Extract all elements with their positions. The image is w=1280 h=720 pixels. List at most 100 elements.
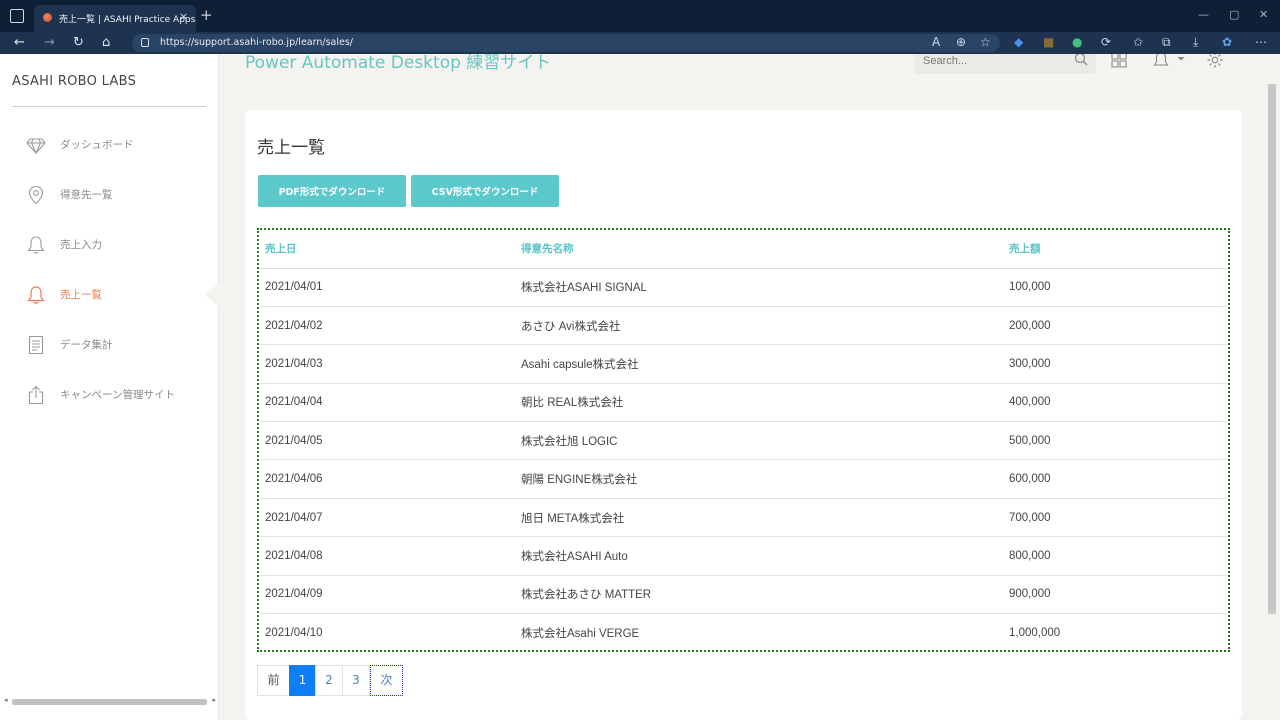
extension-box-icon[interactable]: ■	[1043, 35, 1054, 49]
sidebar-item-campaign-site[interactable]: キャンペーン管理サイト	[0, 374, 218, 414]
table-row: 2021/04/01 株式会社ASAHI SIGNAL 100,000	[259, 268, 1228, 307]
browser-titlebar: 売上一覧 | ASAHI Practice Apps × + — ▢ ✕	[0, 0, 1280, 32]
page-content: ASAHI ROBO LABS ダッシュボード 得意先一覧 売上入力 売上一覧 …	[0, 54, 1280, 720]
active-nav-caret	[205, 283, 219, 307]
gear-icon[interactable]	[1206, 54, 1224, 69]
csv-download-button[interactable]: CSV形式でダウンロード	[411, 175, 559, 207]
sidebar-item-label: 売上一覧	[60, 289, 102, 301]
search-icon[interactable]	[1074, 54, 1088, 66]
pagination-page-1[interactable]: 1	[289, 665, 316, 696]
address-bar[interactable]: https://support.asahi-robo.jp/learn/sale…	[132, 34, 1000, 52]
downloads-icon[interactable]: ⤓	[1193, 35, 1198, 50]
sidebar-item-customers[interactable]: 得意先一覧	[0, 174, 218, 214]
minimize-icon[interactable]: —	[1198, 8, 1209, 21]
table-cell-amount: 400,000	[1003, 383, 1228, 423]
brand-divider	[12, 106, 206, 107]
back-icon[interactable]: ←	[14, 35, 25, 50]
window-close-icon[interactable]: ✕	[1259, 8, 1268, 21]
table-cell-date: 2021/04/02	[259, 306, 515, 346]
chevron-down-icon[interactable]	[1176, 54, 1186, 69]
table-row: 2021/04/02 あさひ Avi株式会社 200,000	[259, 306, 1228, 346]
sidebar: ASAHI ROBO LABS ダッシュボード 得意先一覧 売上入力 売上一覧 …	[0, 54, 219, 720]
share-icon	[28, 385, 44, 405]
new-tab-icon[interactable]: +	[200, 6, 213, 24]
table-cell-customer: あさひ Avi株式会社	[515, 306, 1003, 346]
search-input[interactable]	[923, 54, 1063, 68]
table-cell-customer: 朝陽 ENGINE株式会社	[515, 459, 1003, 499]
sidebar-item-dashboard[interactable]: ダッシュボード	[0, 124, 218, 164]
url-text[interactable]: https://support.asahi-robo.jp/learn/sale…	[160, 37, 353, 48]
tab-title: 売上一覧 | ASAHI Practice Apps	[59, 15, 196, 25]
forward-icon[interactable]: →	[44, 35, 55, 50]
sales-list-card: 売上一覧 PDF形式でダウンロード CSV形式でダウンロード 売上日 得意先名称…	[245, 110, 1242, 720]
table-cell-customer: 株式会社旭 LOGIC	[515, 421, 1003, 461]
table-cell-customer: 株式会社ASAHI Auto	[515, 536, 1003, 576]
sidebar-item-sales-input[interactable]: 売上入力	[0, 224, 218, 264]
browser-tab[interactable]: 売上一覧 | ASAHI Practice Apps ×	[34, 5, 196, 32]
bell-icon	[27, 236, 45, 254]
sidebar-item-label: 売上入力	[60, 239, 102, 251]
table-cell-customer: Asahi capsule株式会社	[515, 344, 1003, 384]
pagination-next-button[interactable]: 次	[370, 665, 403, 696]
tab-close-icon[interactable]: ×	[179, 10, 188, 23]
table-cell-date: 2021/04/08	[259, 536, 515, 576]
table-cell-amount: 100,000	[1003, 268, 1228, 307]
tab-actions-icon[interactable]	[10, 9, 24, 23]
maximize-icon[interactable]: ▢	[1229, 8, 1239, 21]
collections-icon[interactable]: ⧉	[1162, 35, 1171, 50]
sidebar-horizontal-scrollbar[interactable]: ◂ ▸	[4, 696, 216, 707]
diamond-icon	[26, 138, 46, 155]
scroll-right-icon[interactable]: ▸	[212, 696, 216, 704]
sidebar-item-data-summary[interactable]: データ集計	[0, 324, 218, 364]
scrollbar-thumb[interactable]	[12, 699, 207, 705]
extension-arrow-icon[interactable]: ◆	[1014, 35, 1023, 49]
table-cell-date: 2021/04/07	[259, 498, 515, 538]
notification-bell-icon[interactable]	[1152, 54, 1170, 69]
home-icon[interactable]: ⌂	[102, 35, 110, 50]
page-vertical-scrollbar[interactable]	[1268, 84, 1276, 614]
table-cell-customer: 株式会社ASAHI SIGNAL	[515, 268, 1003, 307]
grid-icon[interactable]	[1110, 54, 1128, 69]
refresh-icon[interactable]: ↻	[73, 35, 84, 50]
table-cell-date: 2021/04/01	[259, 268, 515, 307]
more-options-icon[interactable]: ⋯	[1255, 35, 1267, 49]
table-row: 2021/04/09 株式会社あさひ MATTER 900,000	[259, 575, 1228, 615]
extensions-icon[interactable]: ⟳	[1101, 35, 1111, 49]
brand-logo[interactable]: ASAHI ROBO LABS	[12, 74, 136, 89]
favorites-icon[interactable]: ✩	[1133, 35, 1143, 49]
site-title: Power Automate Desktop 練習サイト	[245, 54, 552, 73]
column-header-customer: 得意先名称	[515, 230, 1003, 269]
table-cell-amount: 900,000	[1003, 575, 1228, 615]
table-row: 2021/04/03 Asahi capsule株式会社 300,000	[259, 344, 1228, 384]
table-row: 2021/04/07 旭日 META株式会社 700,000	[259, 498, 1228, 538]
sidebar-item-sales-list[interactable]: 売上一覧	[0, 274, 218, 314]
pagination-page-2[interactable]: 2	[315, 665, 343, 696]
table-cell-customer: 株式会社あさひ MATTER	[515, 575, 1003, 615]
table-row: 2021/04/05 株式会社旭 LOGIC 500,000	[259, 421, 1228, 461]
table-cell-date: 2021/04/04	[259, 383, 515, 423]
sales-table: 売上日 得意先名称 売上額 2021/04/01 株式会社ASAHI SIGNAL…	[259, 230, 1228, 652]
column-header-date: 売上日	[259, 230, 515, 269]
favorite-star-icon[interactable]: ☆	[980, 35, 991, 49]
scroll-left-icon[interactable]: ◂	[4, 696, 8, 704]
pagination-page-3[interactable]: 3	[342, 665, 370, 696]
table-cell-date: 2021/04/06	[259, 459, 515, 499]
column-header-amount: 売上額	[1003, 230, 1228, 269]
sidebar-item-label: ダッシュボード	[60, 139, 134, 151]
read-aloud-icon[interactable]: A	[932, 35, 940, 49]
table-cell-amount: 1,000,000	[1009, 626, 1061, 639]
sidebar-item-label: データ集計	[60, 339, 113, 351]
zoom-icon[interactable]: ⊕	[956, 35, 966, 49]
address-toolbar: ← → ↻ ⌂ https://support.asahi-robo.jp/le…	[0, 32, 1280, 54]
profile-icon[interactable]: ✿	[1222, 35, 1232, 49]
table-cell-amount: 800,000	[1003, 536, 1228, 576]
lock-icon	[141, 38, 149, 47]
table-body: 2021/04/01 株式会社ASAHI SIGNAL 100,000 2021/04…	[259, 268, 1228, 652]
table-cell-date: 2021/04/03	[259, 344, 515, 384]
location-pin-icon	[28, 185, 44, 205]
pagination-prev-button[interactable]: 前	[257, 665, 290, 696]
extension-green-icon[interactable]: ●	[1072, 35, 1082, 49]
pdf-download-button[interactable]: PDF形式でダウンロード	[258, 175, 406, 207]
table-cell-amount: 500,000	[1003, 421, 1228, 461]
sidebar-item-label: 得意先一覧	[60, 189, 113, 201]
